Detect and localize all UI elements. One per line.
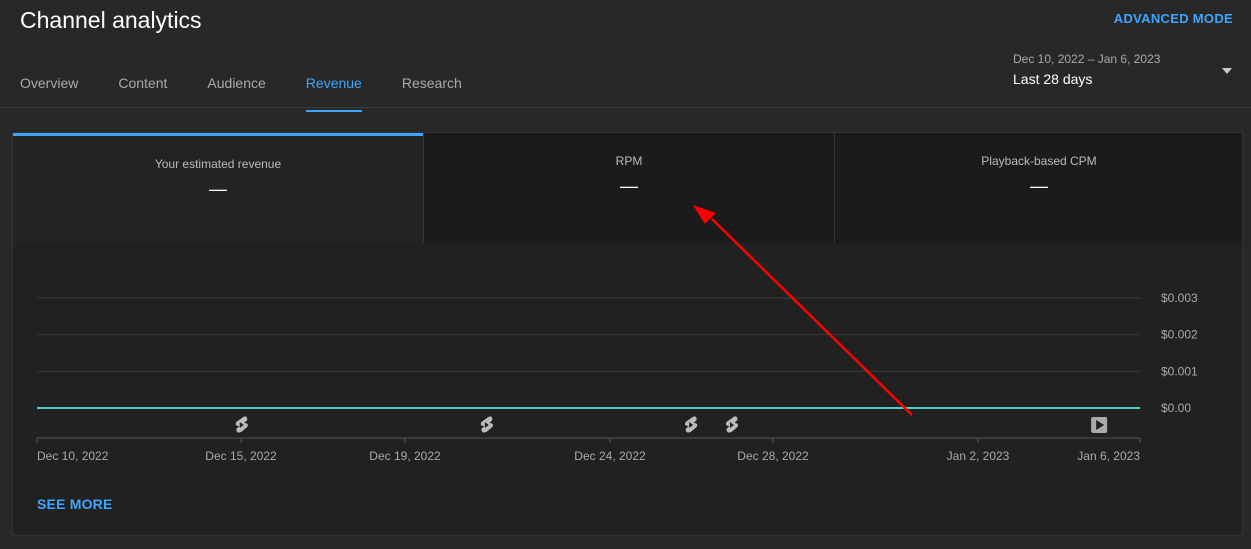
y-tick-label: $0.00 (1161, 401, 1191, 415)
y-tick-label: $0.001 (1161, 364, 1198, 378)
shorts-icon[interactable] (725, 416, 739, 433)
x-tick-label: Dec 28, 2022 (737, 449, 809, 463)
shorts-icon[interactable] (480, 416, 493, 433)
x-tick-label: Dec 19, 2022 (369, 449, 441, 463)
y-tick-label: $0.003 (1161, 291, 1198, 305)
x-tick-label: Dec 15, 2022 (205, 449, 277, 463)
x-tick-label: Dec 24, 2022 (574, 449, 646, 463)
x-tick-label: Dec 10, 2022 (37, 449, 109, 463)
shorts-icon[interactable] (685, 416, 698, 433)
y-tick-label: $0.002 (1161, 328, 1198, 342)
see-more-link[interactable]: SEE MORE (37, 496, 113, 512)
shorts-icon[interactable] (235, 416, 248, 433)
revenue-line-chart: $0.003 $0.002 $0.001 $0.00 Dec 10, 2022 Dec 1… (36, 291, 1198, 463)
video-play-icon[interactable] (1091, 417, 1108, 433)
x-tick-label: Jan 2, 2023 (947, 449, 1010, 463)
x-tick-label: Jan 6, 2023 (1077, 449, 1140, 463)
